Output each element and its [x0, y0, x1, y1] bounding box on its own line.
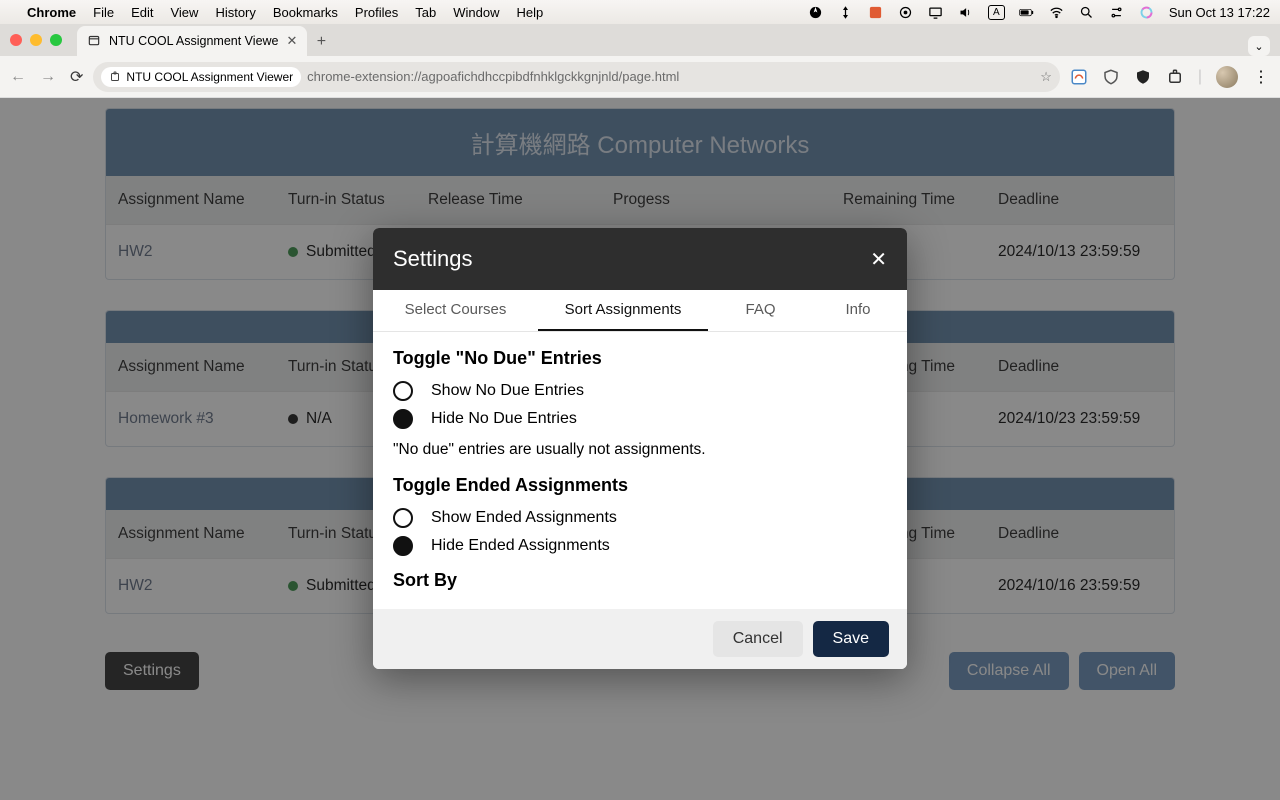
section-heading-ended: Toggle Ended Assignments [393, 475, 887, 496]
menu-view[interactable]: View [170, 5, 198, 20]
back-icon[interactable]: ← [10, 68, 26, 86]
siri-icon[interactable] [1139, 4, 1155, 20]
mac-menubar: Chrome File Edit View History Bookmarks … [0, 0, 1280, 24]
tab-faq[interactable]: FAQ [708, 290, 813, 331]
ext-icon-1[interactable] [1070, 68, 1088, 86]
location-icon[interactable] [808, 4, 824, 20]
reload-icon[interactable]: ⟳ [70, 67, 83, 87]
extensions-icon[interactable] [1166, 68, 1184, 86]
tab-select-courses[interactable]: Select Courses [373, 290, 538, 331]
close-icon[interactable]: ✕ [870, 247, 887, 272]
modal-title: Settings [393, 246, 473, 272]
menu-edit[interactable]: Edit [131, 5, 153, 20]
radio-icon [393, 381, 413, 401]
section-heading-nodue: Toggle "No Due" Entries [393, 348, 887, 369]
radio-icon [393, 508, 413, 528]
ext-icon-2[interactable] [1102, 68, 1120, 86]
menubar-app[interactable]: Chrome [27, 5, 76, 20]
wifi-icon[interactable] [1049, 4, 1065, 20]
chrome-menu-icon[interactable]: ⋮ [1252, 68, 1270, 86]
app-icon[interactable] [868, 4, 884, 20]
browser-tab[interactable]: NTU COOL Assignment Viewe ✕ [77, 26, 307, 56]
nodue-note: "No due" entries are usually not assignm… [393, 441, 887, 459]
section-heading-sortby: Sort By [393, 570, 887, 591]
radio-icon [393, 409, 413, 429]
tabs-dropdown-icon[interactable]: ⌄ [1248, 36, 1270, 56]
close-window-icon[interactable] [10, 34, 22, 46]
chrome-tabstrip: NTU COOL Assignment Viewe ✕ + ⌄ [0, 24, 1280, 56]
omnibox[interactable]: NTU COOL Assignment Viewer chrome-extens… [93, 62, 1059, 92]
search-icon[interactable] [1079, 4, 1095, 20]
tab-sort-assignments[interactable]: Sort Assignments [538, 290, 708, 331]
menu-help[interactable]: Help [517, 5, 544, 20]
display-icon[interactable] [928, 4, 944, 20]
save-button[interactable]: Save [813, 621, 889, 657]
extension-chip[interactable]: NTU COOL Assignment Viewer [101, 67, 301, 87]
new-tab-button[interactable]: + [307, 28, 335, 56]
updown-icon[interactable] [838, 4, 854, 20]
tab-info[interactable]: Info [813, 290, 903, 331]
chrome-toolbar: ← → ⟳ NTU COOL Assignment Viewer chrome-… [0, 56, 1280, 98]
menu-history[interactable]: History [215, 5, 255, 20]
menu-tab[interactable]: Tab [415, 5, 436, 20]
control-center-icon[interactable] [1109, 4, 1125, 20]
menu-profiles[interactable]: Profiles [355, 5, 398, 20]
settings-modal: Settings ✕ Select Courses Sort Assignmen… [373, 228, 907, 669]
fullscreen-window-icon[interactable] [50, 34, 62, 46]
tab-favicon-icon [87, 33, 101, 50]
menu-window[interactable]: Window [453, 5, 499, 20]
menu-file[interactable]: File [93, 5, 114, 20]
cancel-button[interactable]: Cancel [713, 621, 803, 657]
forward-icon: → [40, 68, 56, 86]
radio-icon [393, 536, 413, 556]
window-controls [10, 24, 77, 56]
battery-icon[interactable] [1019, 4, 1035, 20]
ext-icon-3[interactable] [1134, 68, 1152, 86]
radio-show-ended[interactable]: Show Ended Assignments [393, 508, 887, 528]
profile-avatar[interactable] [1216, 66, 1238, 88]
omnibox-url: chrome-extension://agpoafichdhccpibdfnhk… [307, 69, 679, 84]
sound-icon[interactable] [958, 4, 974, 20]
radio-hide-ended[interactable]: Hide Ended Assignments [393, 536, 887, 556]
record-icon[interactable] [898, 4, 914, 20]
input-a-icon[interactable]: A [988, 5, 1005, 20]
radio-hide-nodue[interactable]: Hide No Due Entries [393, 409, 887, 429]
tab-title: NTU COOL Assignment Viewe [109, 34, 279, 48]
bookmark-star-icon[interactable]: ☆ [1040, 69, 1052, 85]
close-tab-icon[interactable]: ✕ [287, 33, 298, 49]
radio-show-nodue[interactable]: Show No Due Entries [393, 381, 887, 401]
minimize-window-icon[interactable] [30, 34, 42, 46]
modal-tabs: Select Courses Sort Assignments FAQ Info [373, 290, 907, 332]
menubar-clock[interactable]: Sun Oct 13 17:22 [1169, 5, 1270, 20]
chip-text: NTU COOL Assignment Viewer [126, 70, 293, 84]
menu-bookmarks[interactable]: Bookmarks [273, 5, 338, 20]
